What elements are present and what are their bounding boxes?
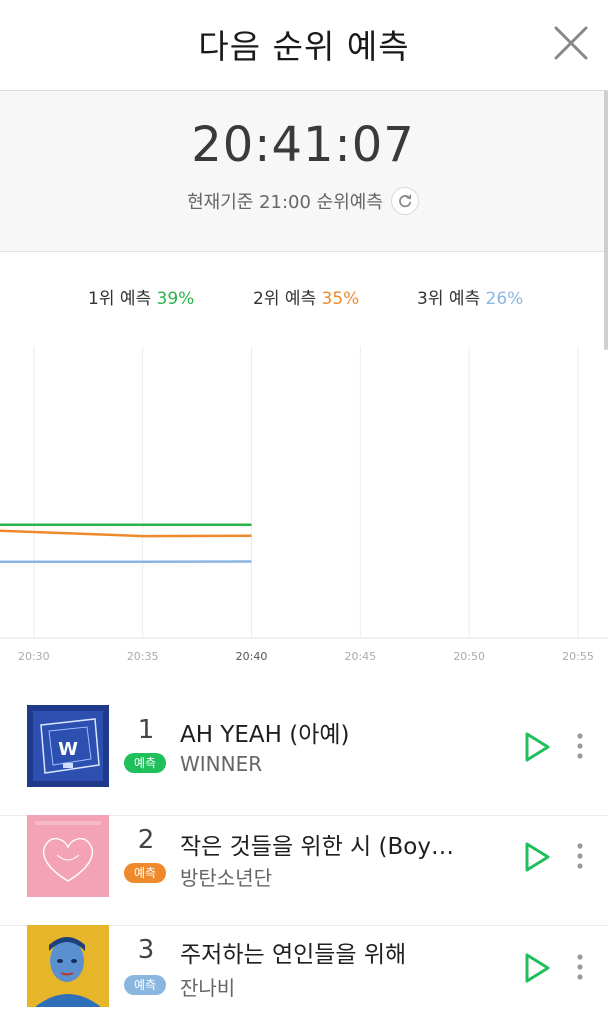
refresh-icon <box>397 193 413 209</box>
play-button[interactable] <box>522 841 552 873</box>
more-options-button[interactable] <box>574 953 586 983</box>
prediction-badge: 예측 <box>124 975 166 995</box>
basis-label: 현재기준 21:00 순위예측 <box>187 188 383 214</box>
legend-item-3: 3위 예측 26% <box>417 284 523 309</box>
prediction-badge: 예측 <box>124 753 166 773</box>
legend-percent: 35% <box>322 289 360 309</box>
legend-item-1: 1위 예측 39% <box>88 284 194 309</box>
x-tick-label: 20:40 <box>236 650 268 663</box>
ranking-row-2[interactable]: 2 예측 작은 것들을 위한 시 (Boy… 방탄소년단 <box>0 815 608 926</box>
play-icon <box>522 731 552 763</box>
x-tick-label: 20:50 <box>453 650 485 663</box>
legend-percent: 26% <box>486 289 524 309</box>
artist-name[interactable]: WINNER <box>180 752 262 776</box>
legend-item-2: 2위 예측 35% <box>253 284 359 309</box>
rank-number: 2 <box>128 825 164 855</box>
current-time: 20:41:07 <box>0 117 606 173</box>
more-vertical-icon <box>574 842 586 872</box>
chart-legend: 1위 예측 39% 2위 예측 35% 3위 예측 26% <box>0 284 608 308</box>
song-title[interactable]: AH YEAH (아예) <box>180 715 480 749</box>
artist-name[interactable]: 잔나비 <box>180 972 235 1001</box>
x-tick-label: 20:45 <box>344 650 376 663</box>
scrollbar[interactable] <box>604 90 608 350</box>
series-line-2 <box>0 528 252 536</box>
more-options-button[interactable] <box>574 732 586 762</box>
more-vertical-icon <box>574 732 586 762</box>
rank-number: 1 <box>128 715 164 745</box>
close-icon[interactable] <box>550 22 592 64</box>
prediction-badge: 예측 <box>124 863 166 883</box>
legend-label: 3위 예측 <box>417 289 480 309</box>
play-icon <box>522 952 552 984</box>
legend-label: 2위 예측 <box>253 289 316 309</box>
x-tick-label: 20:35 <box>127 650 159 663</box>
play-button[interactable] <box>522 731 552 763</box>
ranking-row-3[interactable]: 3 예측 주저하는 연인들을 위해 잔나비 <box>0 925 608 1035</box>
page-title: 다음 순위 예측 <box>0 20 608 68</box>
album-cover-winner: W <box>27 705 109 787</box>
album-cover-jannabi <box>27 925 109 1007</box>
artist-name[interactable]: 방탄소년단 <box>180 862 272 891</box>
svg-text:W: W <box>58 739 78 760</box>
legend-label: 1위 예측 <box>88 289 151 309</box>
play-icon <box>522 841 552 873</box>
song-title[interactable]: 작은 것들을 위한 시 (Boy… <box>180 827 480 861</box>
more-vertical-icon <box>574 953 586 983</box>
prediction-basis: 현재기준 21:00 순위예측 <box>0 187 606 215</box>
legend-percent: 39% <box>157 289 195 309</box>
refresh-button[interactable] <box>391 187 419 215</box>
rank-number: 3 <box>128 935 164 965</box>
time-panel: 20:41:07 현재기준 21:00 순위예측 <box>0 90 606 252</box>
x-tick-label: 20:30 <box>18 650 50 663</box>
album-cover-bts <box>27 815 109 897</box>
prediction-line-chart: 20:30 20:35 20:40 20:45 20:50 20:55 <box>0 340 608 675</box>
x-tick-label: 20:55 <box>562 650 594 663</box>
song-title[interactable]: 주저하는 연인들을 위해 <box>180 935 480 969</box>
play-button[interactable] <box>522 952 552 984</box>
more-options-button[interactable] <box>574 842 586 872</box>
ranking-row-1[interactable]: W 1 예측 AH YEAH (아예) WINNER <box>0 705 608 816</box>
header: 다음 순위 예측 <box>0 0 608 88</box>
